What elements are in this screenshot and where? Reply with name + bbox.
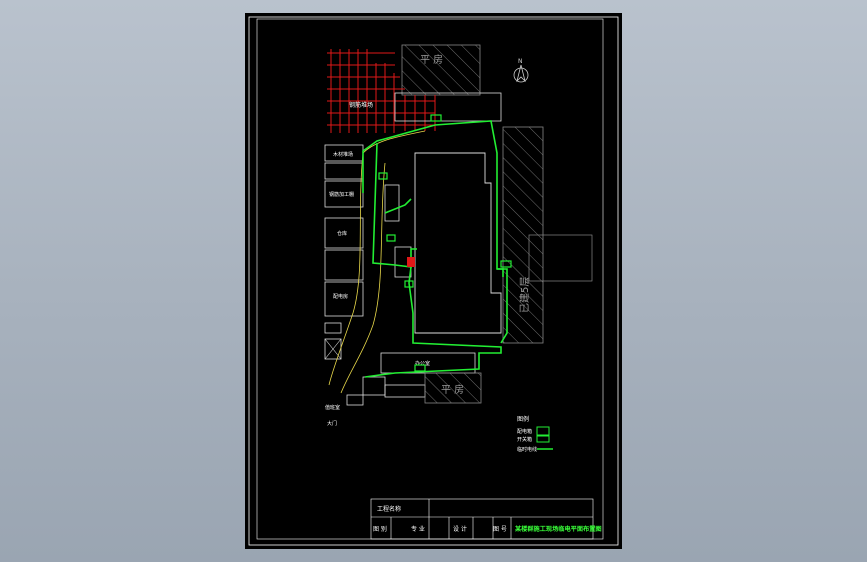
legend-title: 图例 [517,415,529,423]
block-inner-1 [384,184,400,222]
site-plan-drawing: 平 房 钢筋堆场 N 已建5层 木材堆场 钢筋加工棚 仓库 配电房 办公室 值班… [248,16,619,546]
inner-frame [256,18,604,540]
block-left-6-label: 配电房 [333,293,348,300]
bungalow-bottom-label: 平 房 [441,383,464,396]
distribution-box-icon [407,257,415,267]
title-project-label: 工程名称 [377,505,401,513]
road-edge-top [362,130,426,154]
drawing-sheet: 平 房 钢筋堆场 N 已建5层 木材堆场 钢筋加工棚 仓库 配电房 办公室 值班… [245,13,622,549]
title-block [370,498,594,540]
title-field-2: 专 业 [411,525,425,533]
block-left-5 [324,249,364,281]
bungalow-top [401,44,481,96]
block-bottom-3 [384,384,426,398]
legend-item-2: 开关箱 [517,436,532,443]
block-left-2 [324,162,364,180]
block-bottom-4-label: 值班室 [325,404,340,411]
rebar-yard-label: 钢筋堆场 [349,101,373,109]
legend-swatch-1 [536,426,550,436]
north-arrow-icon [513,64,529,83]
block-left-3-label: 钢筋加工棚 [329,191,354,198]
legend-swatch-2 [536,435,550,443]
gate-label: 大门 [327,420,337,427]
bungalow-top-label: 平 房 [420,53,443,66]
legend-item-1: 配电箱 [517,428,532,435]
title-field-3: 设 计 [453,525,467,533]
block-left-1-label: 木材堆场 [333,151,353,158]
block-bottom-4 [346,394,364,406]
legend-item-3: 临时电线 [517,446,537,453]
existing-building-label: 已建5层 [518,277,531,313]
block-bottom-2 [362,376,386,396]
block-left-4-label: 仓库 [337,230,347,237]
block-left-8 [324,338,342,360]
main-building-outline [414,152,502,334]
north-arrow-label: N [518,58,523,65]
block-bottom-1-label: 办公室 [415,360,430,367]
block-left-7 [324,322,342,334]
office-block [394,92,502,122]
title-field-1: 图 别 [373,525,387,533]
title-field-4: 图 号 [493,526,507,533]
drawing-title: 某楼群施工现场临电平面布置图 [514,525,602,533]
